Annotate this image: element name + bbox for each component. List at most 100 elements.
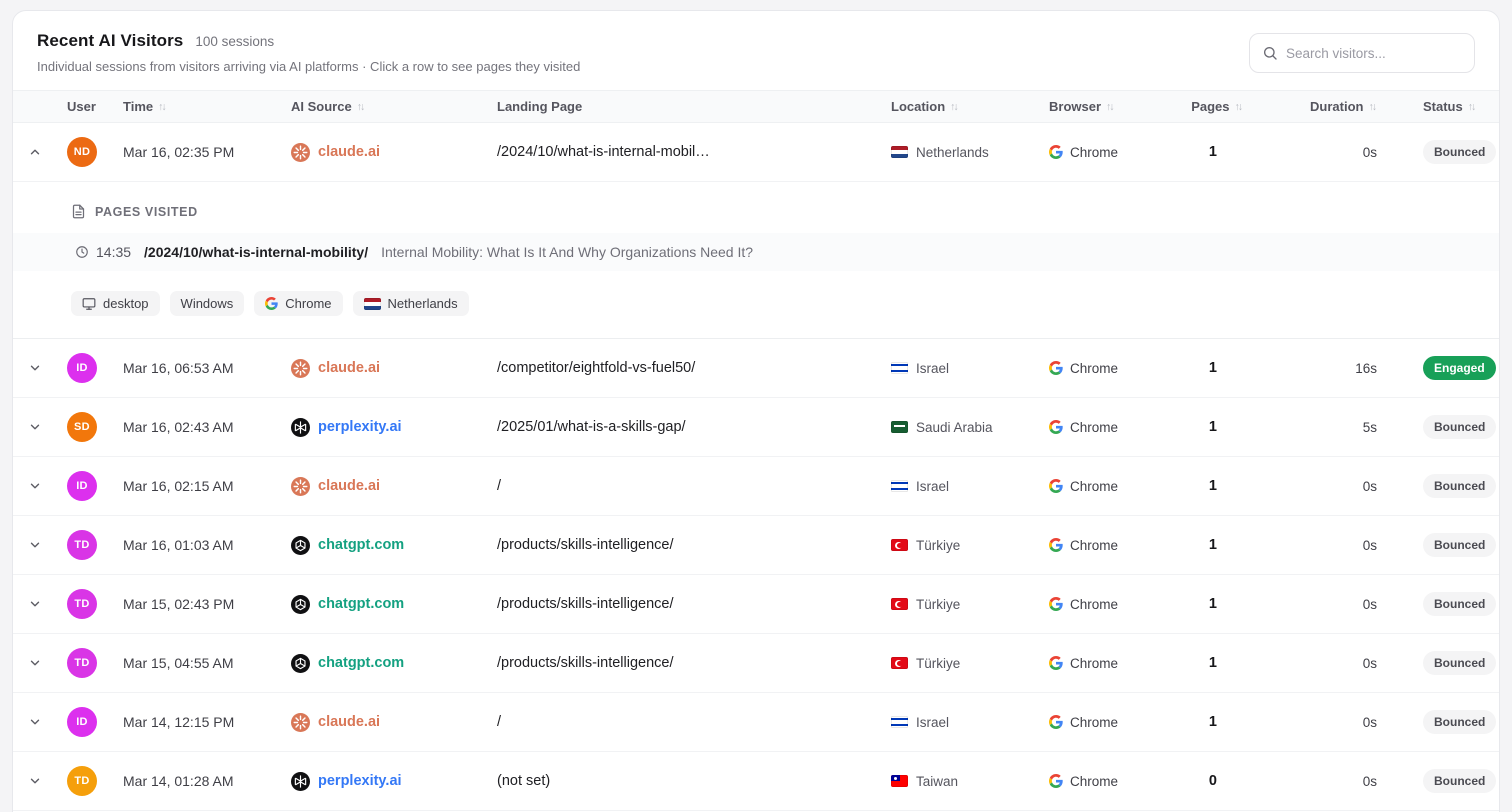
sort-icon[interactable]: ↑↓ xyxy=(357,101,366,113)
country-flag-icon xyxy=(891,716,908,728)
time-cell: Mar 16, 02:15 AM xyxy=(123,478,281,494)
expand-chevron-icon[interactable] xyxy=(13,479,57,493)
landing-page-cell: /products/skills-intelligence/ xyxy=(497,596,875,612)
column-header-status[interactable]: Status↑↓ xyxy=(1377,99,1485,114)
status-badge: Bounced xyxy=(1423,592,1496,616)
chrome-browser-icon xyxy=(1049,538,1063,552)
avatar: TD xyxy=(67,766,97,796)
expanded-session-details: PAGES VISITED 14:35 /2024/10/what-is-int… xyxy=(13,182,1499,339)
sessions-count: 100 sessions xyxy=(195,34,274,49)
session-tag: Windows xyxy=(170,291,245,316)
browser-name: Chrome xyxy=(1070,420,1118,435)
browser-name: Chrome xyxy=(1070,774,1118,789)
expand-chevron-icon[interactable] xyxy=(13,597,57,611)
perplexity-icon xyxy=(291,772,310,791)
subtitle: Individual sessions from visitors arrivi… xyxy=(37,59,580,74)
sort-icon[interactable]: ↑↓ xyxy=(1468,101,1477,113)
country-name: Taiwan xyxy=(916,774,958,789)
duration-value: 16s xyxy=(1355,361,1377,376)
table-row[interactable]: TD Mar 15, 02:43 PM chatgpt.com /product… xyxy=(13,575,1499,634)
country-name: Israel xyxy=(916,479,949,494)
ai-source-link[interactable]: chatgpt.com xyxy=(318,537,404,553)
browser-name: Chrome xyxy=(1070,597,1118,612)
chrome-browser-icon xyxy=(1049,715,1063,729)
ai-source-link[interactable]: claude.ai xyxy=(318,144,380,160)
country-name: Türkiye xyxy=(916,597,960,612)
visit-url[interactable]: /2024/10/what-is-internal-mobility/ xyxy=(144,244,368,260)
expand-chevron-icon[interactable] xyxy=(13,420,57,434)
expand-chevron-icon[interactable] xyxy=(13,361,57,375)
table-row[interactable]: ID Mar 16, 06:53 AM claude.ai /competito… xyxy=(13,339,1499,398)
time-cell: Mar 15, 04:55 AM xyxy=(123,655,281,671)
table-row[interactable]: TD Mar 14, 01:28 AM perplexity.ai (not s… xyxy=(13,752,1499,811)
table-row[interactable]: TD Mar 16, 01:03 AM chatgpt.com /product… xyxy=(13,516,1499,575)
time-cell: Mar 16, 01:03 AM xyxy=(123,537,281,553)
status-badge: Bounced xyxy=(1423,140,1496,164)
pages-count: 1 xyxy=(1171,537,1243,553)
chrome-browser-icon xyxy=(1049,597,1063,611)
perplexity-icon xyxy=(291,418,310,437)
duration-value: 0s xyxy=(1363,479,1377,494)
country-name: Türkiye xyxy=(916,656,960,671)
pages-count: 1 xyxy=(1171,714,1243,730)
expand-chevron-icon[interactable] xyxy=(13,774,57,788)
status-badge: Bounced xyxy=(1423,710,1496,734)
netherlands-flag-icon xyxy=(364,298,381,310)
pages-count: 0 xyxy=(1171,773,1243,789)
sort-icon[interactable]: ↑↓ xyxy=(950,101,959,113)
table-row[interactable]: ND Mar 16, 02:35 PM claude.ai /2024/10/w… xyxy=(13,123,1499,182)
country-flag-icon xyxy=(891,421,908,433)
landing-page-cell: /competitor/eightfold-vs-fuel50/ xyxy=(497,360,875,376)
search-box[interactable] xyxy=(1249,33,1475,73)
status-badge: Bounced xyxy=(1423,415,1496,439)
ai-source-link[interactable]: perplexity.ai xyxy=(318,419,402,435)
column-header-location[interactable]: Location↑↓ xyxy=(875,99,1025,114)
chrome-browser-icon xyxy=(1049,361,1063,375)
visited-page-row[interactable]: 14:35 /2024/10/what-is-internal-mobility… xyxy=(13,233,1499,271)
ai-source-link[interactable]: chatgpt.com xyxy=(318,596,404,612)
browser-name: Chrome xyxy=(1070,361,1118,376)
country-name: Saudi Arabia xyxy=(916,420,993,435)
ai-source-link[interactable]: perplexity.ai xyxy=(318,773,402,789)
country-name: Israel xyxy=(916,715,949,730)
sort-icon[interactable]: ↑↓ xyxy=(1106,101,1115,113)
country-flag-icon xyxy=(891,146,908,158)
avatar: ID xyxy=(67,471,97,501)
search-input[interactable] xyxy=(1286,46,1462,61)
column-header-duration[interactable]: Duration↑↓ xyxy=(1243,99,1377,114)
openai-icon xyxy=(291,595,310,614)
sort-icon[interactable]: ↑↓ xyxy=(158,101,167,113)
claude-icon xyxy=(291,477,310,496)
expand-chevron-icon[interactable] xyxy=(13,538,57,552)
column-header-browser[interactable]: Browser↑↓ xyxy=(1025,99,1171,114)
expand-chevron-icon[interactable] xyxy=(13,715,57,729)
ai-source-link[interactable]: claude.ai xyxy=(318,714,380,730)
sort-icon[interactable]: ↑↓ xyxy=(1369,101,1378,113)
column-header-pages[interactable]: Pages↑↓ xyxy=(1171,99,1243,114)
chrome-browser-icon xyxy=(1049,774,1063,788)
table-row[interactable]: ID Mar 16, 02:15 AM claude.ai / Israel C… xyxy=(13,457,1499,516)
landing-page-cell: (not set) xyxy=(497,773,875,789)
country-flag-icon xyxy=(891,775,908,787)
sort-icon[interactable]: ↑↓ xyxy=(1235,101,1244,113)
duration-value: 5s xyxy=(1363,420,1377,435)
column-header-ai-source[interactable]: AI Source↑↓ xyxy=(281,99,497,114)
table-row[interactable]: SD Mar 16, 02:43 AM perplexity.ai /2025/… xyxy=(13,398,1499,457)
ai-source-link[interactable]: chatgpt.com xyxy=(318,655,404,671)
time-cell: Mar 15, 02:43 PM xyxy=(123,596,281,612)
ai-source-link[interactable]: claude.ai xyxy=(318,478,380,494)
country-name: Türkiye xyxy=(916,538,960,553)
table-row[interactable]: TD Mar 15, 04:55 AM chatgpt.com /product… xyxy=(13,634,1499,693)
page-title: Recent AI Visitors xyxy=(37,31,183,51)
pages-visited-icon xyxy=(71,204,86,219)
table-body: ND Mar 16, 02:35 PM claude.ai /2024/10/w… xyxy=(13,123,1499,811)
column-header-time[interactable]: Time↑↓ xyxy=(123,99,281,114)
expand-chevron-icon[interactable] xyxy=(13,145,57,159)
table-row[interactable]: ID Mar 14, 12:15 PM claude.ai / Israel C… xyxy=(13,693,1499,752)
openai-icon xyxy=(291,654,310,673)
ai-source-link[interactable]: claude.ai xyxy=(318,360,380,376)
pages-count: 1 xyxy=(1171,655,1243,671)
openai-icon xyxy=(291,536,310,555)
expand-chevron-icon[interactable] xyxy=(13,656,57,670)
country-flag-icon xyxy=(891,539,908,551)
